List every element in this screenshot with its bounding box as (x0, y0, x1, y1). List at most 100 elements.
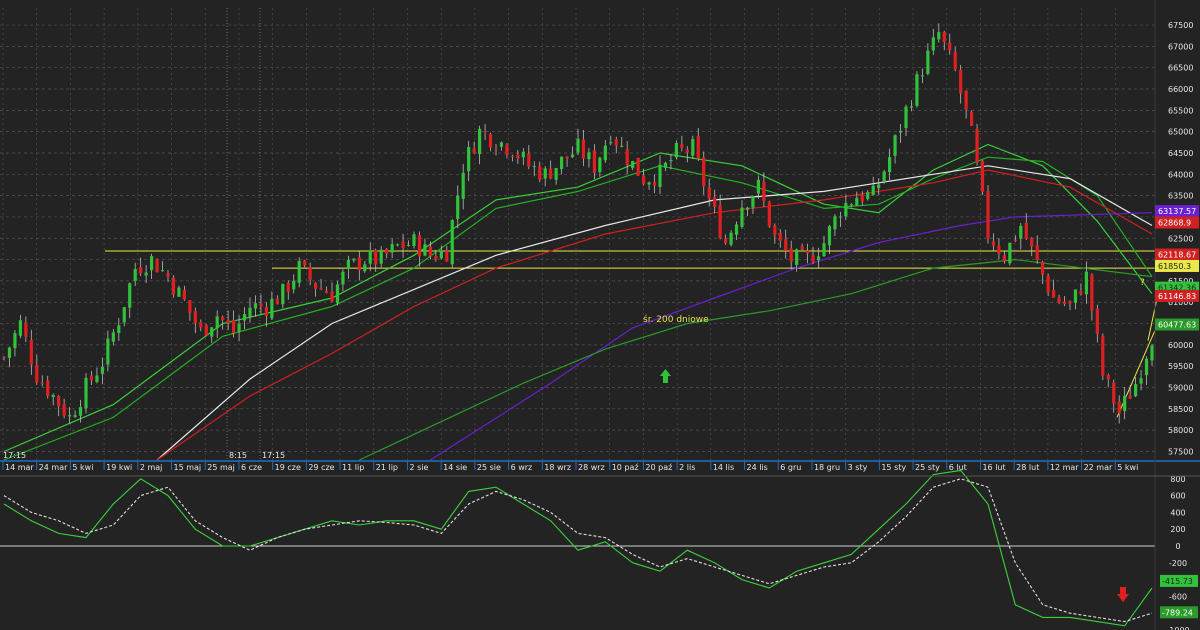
candle-body (669, 159, 673, 162)
candle-body (40, 382, 44, 384)
candle-body (232, 319, 236, 333)
candle-body (756, 179, 760, 194)
x-tick-label: 20 paź (645, 463, 672, 472)
osc-y-tick-label: 600 (1170, 492, 1185, 501)
candle-body (292, 280, 296, 290)
candle-body (549, 168, 553, 179)
candle-body (100, 366, 104, 374)
candle-body (1035, 245, 1039, 261)
x-tick-label: 2 lis (679, 463, 695, 472)
candle-body (84, 377, 88, 409)
candle-body (587, 152, 591, 160)
x-tick-label: 29 cze (308, 463, 334, 472)
x-tick-label: 5 kwi (1117, 463, 1138, 472)
candle-body (450, 220, 454, 265)
x-tick-label: 3 sty (848, 463, 868, 472)
candle-body (560, 156, 564, 170)
candle-body (417, 235, 422, 257)
x-tick-label: 25 sie (477, 463, 501, 472)
candle-body (78, 407, 83, 416)
candle-body (570, 154, 575, 158)
candle-body (494, 149, 498, 151)
candle-body (647, 182, 651, 185)
candle-body (253, 303, 258, 309)
x-tick-label: 25 sty (915, 463, 940, 472)
candle-body (1030, 237, 1034, 247)
y-tick-label: 64000 (1168, 170, 1193, 179)
candle-body (434, 255, 438, 260)
candle-body (844, 202, 848, 217)
candle-body (642, 175, 646, 185)
candle-body (866, 192, 870, 200)
candle-body (374, 250, 378, 265)
candle-body (1024, 222, 1028, 239)
y-tick-label: 66500 (1168, 64, 1193, 73)
candle-body (1117, 401, 1121, 414)
candle-body (505, 144, 509, 155)
candle-body (598, 157, 602, 172)
candle-body (860, 194, 864, 202)
candle-body (1123, 395, 1127, 412)
candle-body (1013, 239, 1017, 241)
candle-body (707, 187, 711, 199)
candle-body (904, 106, 908, 129)
candle-body (734, 224, 739, 235)
x-tick-label: 2 sie (409, 463, 428, 472)
x-tick-label: 6 wrz (511, 463, 533, 472)
x-tick-label: 18 gru (814, 463, 840, 472)
y-tick-label: 58000 (1168, 426, 1193, 435)
candle-body (171, 277, 176, 295)
candle-body (816, 256, 821, 261)
candle-body (702, 157, 706, 187)
candle-body (718, 205, 722, 239)
candle-body (991, 241, 996, 246)
candle-body (811, 255, 815, 263)
candle-body (603, 145, 607, 161)
candle-body (554, 167, 558, 180)
candle-body (488, 134, 493, 148)
candle-body (614, 139, 618, 146)
candle-body (368, 250, 372, 264)
candle-body (1046, 275, 1050, 293)
candle-body (270, 298, 274, 319)
candle-body (767, 201, 771, 227)
x-tick-label: 6 lut (949, 463, 967, 472)
candle-body (915, 74, 919, 106)
candle-body (970, 111, 974, 126)
candle-body (139, 267, 143, 274)
candle-body (1134, 384, 1138, 397)
candle-body (565, 156, 569, 159)
candle-body (155, 259, 159, 273)
candle-body (538, 166, 542, 180)
y-tick-label: 67500 (1168, 21, 1193, 30)
candle-body (898, 130, 903, 133)
candle-body (1101, 335, 1105, 376)
x-tick-label: 11 lip (342, 463, 364, 472)
candle-body (401, 241, 405, 248)
candle-body (871, 185, 875, 195)
candle-body (1139, 378, 1143, 384)
candle-body (297, 261, 301, 283)
candle-body (166, 273, 170, 277)
candle-body (964, 90, 968, 110)
candle-body (1073, 289, 1078, 303)
candle-body (128, 283, 132, 308)
osc-tag-label: -789.24 (1162, 608, 1193, 617)
y-tick-label: 58500 (1168, 405, 1193, 414)
candle-body (516, 154, 520, 159)
candle-body (745, 207, 750, 210)
candle-body (95, 375, 99, 382)
candle-body (953, 51, 957, 70)
candle-body (210, 327, 214, 337)
osc-y-tick-label: -200 (1169, 559, 1187, 568)
candle-body (543, 168, 547, 179)
candle-body (314, 282, 318, 289)
candle-body (1095, 308, 1099, 335)
candle-body (806, 250, 810, 254)
candle-body (696, 136, 700, 159)
price-tag-label: 60477.63 (1158, 321, 1196, 330)
candle-body (652, 181, 657, 186)
x-tick-label: 15 maj (174, 463, 202, 472)
x-tick-label: 19 kwi (106, 463, 132, 472)
candle-body (160, 270, 165, 272)
